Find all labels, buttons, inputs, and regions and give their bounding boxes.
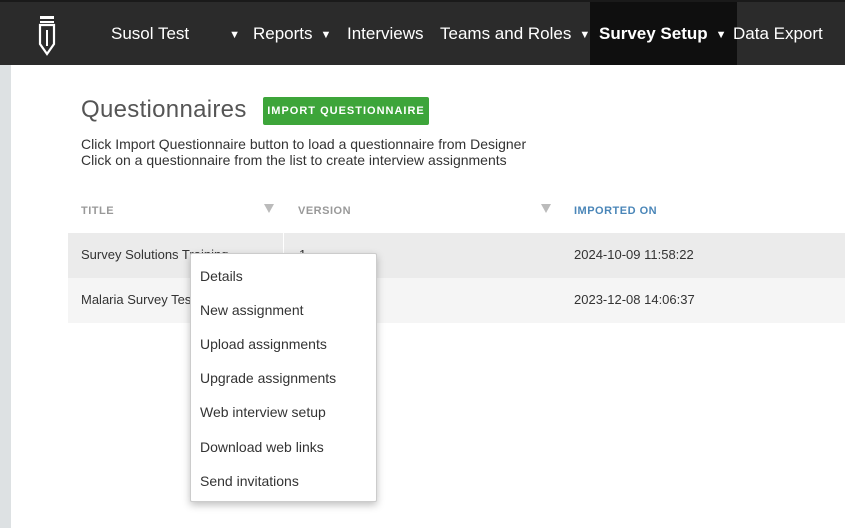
chevron-down-icon: ▼ [715,29,727,41]
nav-interviews[interactable]: Interviews [347,2,424,65]
menu-item-send-invitations[interactable]: Send invitations [200,473,299,489]
nav-workspace-susol-test[interactable]: Susol Test ▼ [111,2,240,65]
column-header-version[interactable]: VERSION [298,205,351,217]
nav-survey-setup[interactable]: Survey Setup ▼ [590,2,737,65]
chevron-down-icon: ▼ [579,29,591,41]
menu-item-new-assignment[interactable]: New assignment [200,302,304,318]
menu-item-web-interview-setup[interactable]: Web interview setup [200,404,326,420]
nav-data-export[interactable]: Data Export [733,2,823,65]
cell-imported-on: 2024-10-09 11:58:22 [574,247,694,262]
nav-reports[interactable]: Reports ▼ [253,2,331,65]
table-row[interactable]: Malaria Survey Test 2023-12-08 14:06:37 [68,278,845,323]
filter-icon[interactable] [541,204,551,213]
menu-item-upload-assignments[interactable]: Upload assignments [200,336,327,352]
page-title: Questionnaires [81,96,247,123]
instruction-line-1: Click Import Questionnaire button to loa… [81,136,527,152]
chevron-down-icon: ▼ [320,29,332,41]
chevron-down-icon: ▼ [229,29,241,41]
column-header-title[interactable]: TITLE [81,205,114,217]
menu-item-details[interactable]: Details [200,268,243,284]
context-menu: Details New assignment Upload assignment… [190,253,377,502]
filter-icon[interactable] [264,204,274,213]
left-sidebar-strip [0,65,11,528]
menu-item-download-web-links[interactable]: Download web links [200,439,324,455]
menu-item-upgrade-assignments[interactable]: Upgrade assignments [200,370,336,386]
cell-title: Malaria Survey Test [81,292,195,307]
survey-solutions-logo-icon[interactable] [36,16,58,56]
table-row[interactable]: Survey Solutions Training 1 2024-10-09 1… [68,233,845,278]
instruction-line-2: Click on a questionnaire from the list t… [81,152,507,168]
top-navbar: Susol Test ▼ Reports ▼ Interviews Teams an… [0,0,845,65]
cell-imported-on: 2023-12-08 14:06:37 [574,292,695,307]
nav-teams-and-roles[interactable]: Teams and Roles ▼ [440,2,590,65]
import-questionnaire-button[interactable]: IMPORT QUESTIONNAIRE [263,97,429,125]
column-header-imported-on[interactable]: IMPORTED ON [574,205,657,217]
